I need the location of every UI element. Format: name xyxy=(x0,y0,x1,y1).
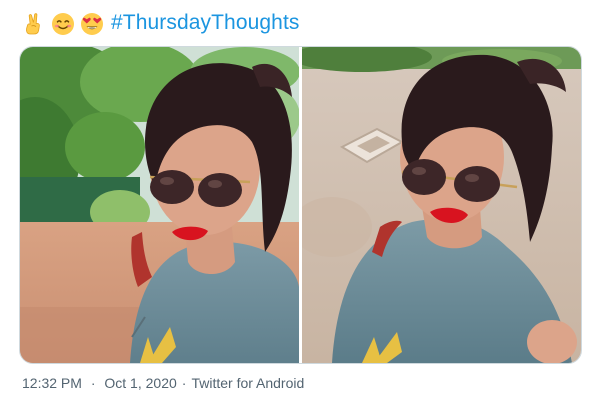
tweet-time: 12:32 PM xyxy=(22,375,82,391)
tweet-text: #ThursdayThoughts xyxy=(22,8,299,38)
meta-separator: · xyxy=(181,375,187,391)
timestamp-link[interactable]: 12:32 PM · Oct 1, 2020 xyxy=(22,375,177,391)
hashtag-link[interactable]: #ThursdayThoughts xyxy=(111,8,299,38)
tweet-source-link[interactable]: Twitter for Android xyxy=(191,375,304,391)
victory-hand-emoji-icon xyxy=(22,12,46,36)
smiling-face-emoji-icon xyxy=(51,12,75,36)
heart-eyes-emoji-icon xyxy=(80,12,104,36)
photo-2[interactable] xyxy=(302,47,581,363)
tweet-meta: 12:32 PM · Oct 1, 2020 · Twitter for And… xyxy=(22,375,304,391)
tweet-card: #ThursdayThoughts 12:32 PM · Oct 1, 2020… xyxy=(0,0,600,400)
meta-separator: · xyxy=(90,375,96,391)
media-grid xyxy=(19,46,582,364)
tweet-date: Oct 1, 2020 xyxy=(104,375,177,391)
photo-1[interactable] xyxy=(20,47,299,363)
